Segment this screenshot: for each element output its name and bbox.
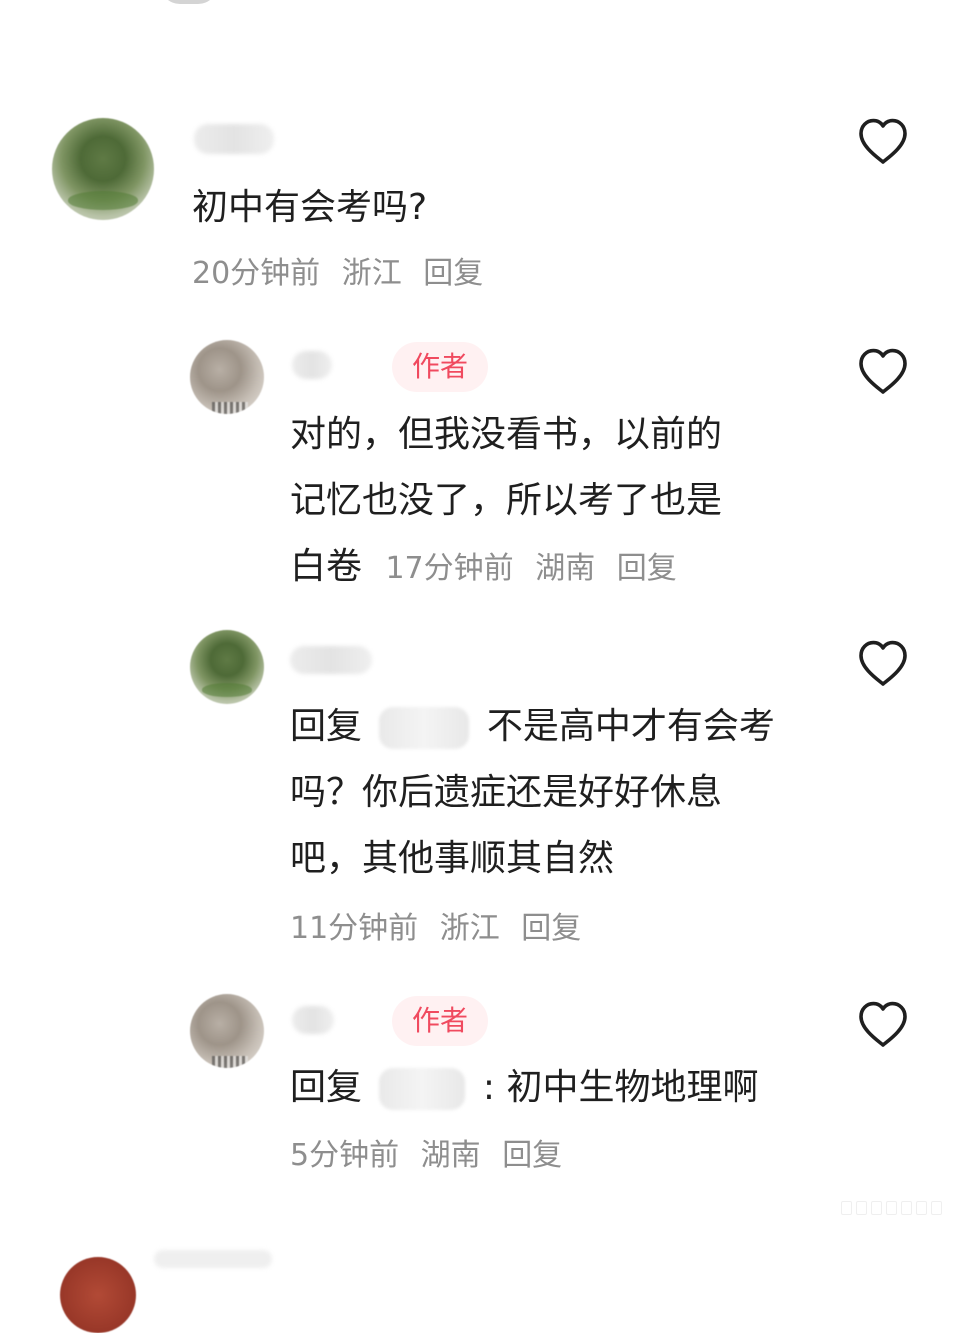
reply-line-1-text: : 初中生物地理啊 [482,1067,759,1108]
reply-author-name[interactable] [292,1006,334,1034]
reply-meta: 11分钟前 浙江 回复 [290,909,593,949]
reply-author-name[interactable] [292,351,332,379]
reply-line-1-text: 不是高中才有会考 [486,706,775,747]
reply-meta-inline: 17分钟前 湖南 回复 [385,551,688,586]
comment-text: 初中有会考吗? [192,187,428,228]
reply-button[interactable]: 回复 [617,551,677,586]
reply-time: 5分钟前 [290,1138,400,1173]
reply-prefix: 回复 [290,1067,363,1108]
next-comment-avatar[interactable] [60,1257,136,1333]
reply-button[interactable]: 回复 [521,909,581,949]
top-partial-avatar [160,0,218,4]
reply-button[interactable]: 回复 [502,1136,562,1176]
comment-time: 20分钟前 [192,256,321,291]
reply-text-line-3: 吧，其他事顺其自然 [290,838,615,879]
reply-text-line-1: 回复 不是高中才有会考 [290,695,775,759]
author-badge: 作者 [392,342,488,392]
comment-meta: 20分钟前 浙江 回复 [192,254,495,294]
watermark-icon [841,1201,942,1215]
reply-location: 湖南 [420,1138,481,1173]
reply-text-line-2: 记忆也没了，所以考了也是 [290,480,723,521]
reply-avatar[interactable] [190,340,264,414]
mentioned-user-mask[interactable] [379,707,470,749]
reply-text-line-3: 白卷 17分钟前 湖南 回复 [290,535,689,601]
reply-avatar[interactable] [190,630,264,704]
reply-prefix: 回复 [290,706,363,747]
reply-time: 17分钟前 [385,551,514,586]
comment-location: 浙江 [341,256,402,291]
reply-text-line-2: 吗？你后遗症还是好好休息 [290,772,723,813]
reply-avatar[interactable] [190,994,264,1068]
comment-author-name[interactable] [194,124,274,154]
comment-avatar[interactable] [52,118,154,220]
reply-meta: 5分钟前 湖南 回复 [290,1136,574,1176]
reply-time: 11分钟前 [290,911,419,946]
reply-text-end: 白卷 [290,546,363,587]
heart-outline-icon[interactable] [856,346,910,396]
author-badge: 作者 [392,996,488,1046]
reply-author-name[interactable] [290,646,372,674]
reply-text-line-1: 回复 : 初中生物地理啊 [290,1056,759,1120]
reply-location: 浙江 [439,911,500,946]
heart-outline-icon[interactable] [856,999,910,1049]
reply-button[interactable]: 回复 [423,254,483,294]
reply-text-line-1: 对的，但我没看书，以前的 [290,414,723,455]
mentioned-user-mask[interactable] [379,1068,466,1110]
heart-outline-icon[interactable] [856,116,910,166]
heart-outline-icon[interactable] [856,638,910,688]
reply-location: 湖南 [535,551,596,586]
next-comment-name-blur [154,1250,272,1268]
